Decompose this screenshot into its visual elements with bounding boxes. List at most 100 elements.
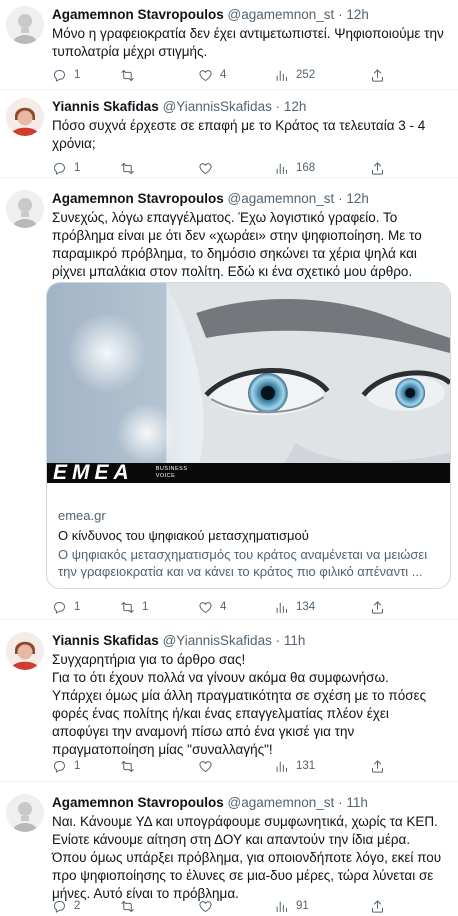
avatar[interactable]	[6, 794, 44, 832]
tagline-business: BUSINESS	[155, 466, 188, 472]
like-button[interactable]: 4	[198, 598, 226, 616]
tweet-actions: 2 91	[52, 897, 442, 915]
author-name[interactable]: Agamemnon Stavropoulos	[52, 7, 224, 22]
avatar[interactable]	[6, 6, 44, 44]
tweet[interactable]: Agamemnon Stavropoulos @agamemnon_st · 1…	[0, 782, 458, 916]
like-button[interactable]	[198, 757, 213, 775]
like-button[interactable]	[198, 159, 213, 177]
heart-icon	[198, 759, 213, 774]
separator: ·	[338, 7, 343, 22]
reply-button[interactable]: 1	[52, 757, 80, 775]
retweet-icon	[120, 899, 135, 914]
analytics-icon	[274, 759, 289, 774]
analytics-icon	[274, 68, 289, 83]
retweet-button[interactable]	[120, 897, 135, 915]
link-card[interactable]: EMEA BUSINESS VOICE emea.gr Ο κίνδυνος τ…	[46, 282, 451, 589]
analytics-icon	[274, 899, 289, 914]
share-button[interactable]	[370, 897, 385, 915]
share-button[interactable]	[370, 66, 385, 84]
link-domain: emea.gr	[58, 508, 106, 523]
author-handle[interactable]: @YiannisSkafidas	[163, 633, 272, 648]
share-button[interactable]	[370, 757, 385, 775]
retweet-button[interactable]	[120, 159, 135, 177]
emea-logo-text: EMEA	[53, 461, 134, 484]
share-button[interactable]	[370, 159, 385, 177]
timestamp[interactable]: 12h	[346, 7, 369, 22]
heart-icon	[198, 161, 213, 176]
like-button[interactable]	[198, 897, 213, 915]
retweet-button[interactable]	[120, 757, 135, 775]
tweet-header: Yiannis Skafidas @YiannisSkafidas · 11h	[52, 632, 448, 650]
timestamp[interactable]: 12h	[284, 99, 307, 114]
tweet-text: Πόσο συχνά έρχεστε σε επαφή με το Κράτος…	[52, 118, 426, 151]
tweet-header: Agamemnon Stavropoulos @agamemnon_st · 1…	[52, 794, 448, 812]
author-name[interactable]: Yiannis Skafidas	[52, 633, 159, 648]
author-handle[interactable]: @agamemnon_st	[228, 795, 335, 810]
share-button[interactable]	[370, 598, 385, 616]
retweet-icon	[120, 759, 135, 774]
author-handle[interactable]: @YiannisSkafidas	[163, 99, 272, 114]
heart-icon	[198, 68, 213, 83]
share-icon	[370, 161, 385, 176]
reply-button[interactable]: 1	[52, 159, 80, 177]
views-button[interactable]: 168	[274, 159, 315, 177]
reply-button[interactable]: 1	[52, 598, 80, 616]
tweet-text: Μόνο η γραφειοκρατία δεν έχει αντιμετωπι…	[52, 26, 444, 59]
analytics-icon	[274, 600, 289, 615]
views-count: 131	[296, 760, 316, 772]
tweet-text: Ναι. Κάνουμε ΥΔ και υπογράφουμε συμφωνητ…	[52, 814, 442, 901]
reply-button[interactable]: 1	[52, 66, 80, 84]
link-description: Ο ψηφιακός μετασχηματισμός του κράτος αν…	[58, 547, 428, 579]
views-count: 134	[296, 601, 316, 613]
link-card-image: EMEA BUSINESS VOICE	[47, 283, 450, 499]
author-handle[interactable]: @agamemnon_st	[228, 191, 335, 206]
views-button[interactable]: 252	[274, 66, 315, 84]
reply-count: 1	[74, 760, 81, 772]
separator: ·	[275, 99, 281, 114]
timestamp[interactable]: 11h	[284, 633, 306, 648]
like-button[interactable]: 4	[198, 66, 226, 84]
heart-icon	[198, 600, 213, 615]
author-name[interactable]: Agamemnon Stavropoulos	[52, 795, 224, 810]
retweet-icon	[120, 600, 135, 615]
views-button[interactable]: 131	[274, 757, 315, 775]
reply-icon	[52, 68, 67, 83]
views-button[interactable]: 134	[274, 598, 315, 616]
share-icon	[370, 600, 385, 615]
tagline-voice: VOICE	[155, 473, 176, 479]
author-name[interactable]: Agamemnon Stavropoulos	[52, 191, 224, 206]
retweet-icon	[120, 161, 135, 176]
share-icon	[370, 759, 385, 774]
reply-icon	[52, 899, 67, 914]
heart-icon	[198, 899, 213, 914]
views-button[interactable]: 91	[274, 897, 309, 915]
author-name[interactable]: Yiannis Skafidas	[52, 99, 159, 114]
separator: ·	[338, 795, 343, 810]
reply-count: 1	[74, 601, 81, 613]
like-count: 4	[220, 69, 227, 81]
analytics-icon	[274, 161, 289, 176]
emea-logo: EMEA BUSINESS VOICE	[53, 461, 188, 485]
separator: ·	[338, 191, 343, 206]
author-handle[interactable]: @agamemnon_st	[228, 7, 335, 22]
retweet-button[interactable]: 1	[120, 598, 148, 616]
tweet[interactable]: Agamemnon Stavropoulos @agamemnon_st · 1…	[0, 178, 458, 620]
timestamp[interactable]: 12h	[346, 191, 369, 206]
avatar[interactable]	[6, 190, 44, 228]
tweet-text: Συγχαρητήρια για το άρθρο σας! Για το ότ…	[52, 652, 427, 757]
reply-icon	[52, 161, 67, 176]
tweet-header: Agamemnon Stavropoulos @agamemnon_st · 1…	[52, 190, 448, 208]
timestamp[interactable]: 11h	[346, 795, 368, 810]
views-count: 252	[296, 69, 316, 81]
reply-icon	[52, 759, 67, 774]
retweet-icon	[120, 68, 135, 83]
separator: ·	[275, 633, 281, 648]
tweet-header: Yiannis Skafidas @YiannisSkafidas · 12h	[52, 98, 448, 116]
tweet-text: Συνεχώς, λόγω επαγγέλματος. Έχω λογιστικ…	[52, 210, 422, 279]
reply-count: 2	[74, 900, 81, 912]
retweet-button[interactable]	[120, 66, 135, 84]
reply-button[interactable]: 2	[52, 897, 80, 915]
avatar[interactable]	[6, 632, 44, 670]
avatar[interactable]	[6, 98, 44, 136]
link-title: Ο κίνδυνος του ψηφιακού μετασχηματισμού	[58, 528, 309, 543]
